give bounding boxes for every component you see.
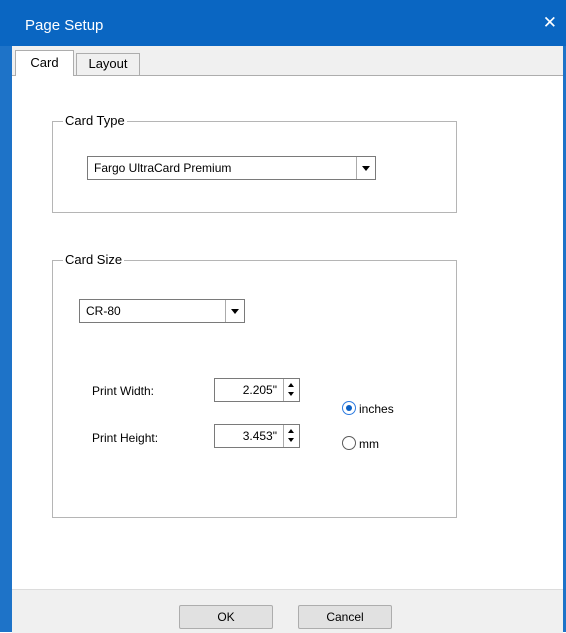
print-width-value: 2.205" <box>242 383 277 397</box>
print-height-value: 3.453" <box>242 429 277 443</box>
tab-strip: Card Layout <box>12 46 563 76</box>
card-type-legend: Card Type <box>63 113 127 128</box>
close-icon[interactable]: ✕ <box>543 14 557 31</box>
print-width-spinner[interactable] <box>283 379 299 401</box>
spin-up-icon[interactable] <box>288 383 294 387</box>
window-left-border <box>0 46 12 632</box>
window-title: Page Setup <box>25 17 104 34</box>
mm-radio[interactable] <box>342 436 356 450</box>
card-type-group: Card Type Fargo UltraCard Premium <box>52 113 457 213</box>
ok-button[interactable]: OK <box>179 605 273 629</box>
print-height-field[interactable]: 3.453" <box>214 424 300 448</box>
spin-down-icon[interactable] <box>288 438 294 442</box>
card-type-dropdown[interactable]: Fargo UltraCard Premium <box>87 156 376 180</box>
print-width-field[interactable]: 2.205" <box>214 378 300 402</box>
spin-down-icon[interactable] <box>288 392 294 396</box>
print-height-label: Print Height: <box>92 431 159 445</box>
card-size-value: CR-80 <box>86 304 121 318</box>
tab-card[interactable]: Card <box>15 50 74 76</box>
tab-layout[interactable]: Layout <box>76 53 140 75</box>
card-size-dropdown-button[interactable] <box>225 300 244 322</box>
print-width-label: Print Width: <box>92 384 155 398</box>
card-size-dropdown[interactable]: CR-80 <box>79 299 245 323</box>
dialog-body: Card Layout Card Type Fargo UltraCard Pr… <box>12 46 563 633</box>
cancel-button[interactable]: Cancel <box>298 605 392 629</box>
title-bar[interactable]: Page Setup ✕ <box>0 0 566 46</box>
dialog-footer: OK Cancel <box>12 589 563 633</box>
chevron-down-icon <box>231 309 239 314</box>
spin-up-icon[interactable] <box>288 429 294 433</box>
inches-label[interactable]: inches <box>359 402 394 416</box>
chevron-down-icon <box>362 166 370 171</box>
card-type-dropdown-button[interactable] <box>356 157 375 179</box>
mm-label[interactable]: mm <box>359 437 379 451</box>
card-size-legend: Card Size <box>63 252 125 267</box>
inches-radio[interactable] <box>342 401 356 415</box>
radio-selected-dot <box>346 405 352 411</box>
card-size-group: Card Size CR-80 Print Width: 2.205" Prin… <box>52 252 457 518</box>
card-type-value: Fargo UltraCard Premium <box>94 161 232 175</box>
print-height-spinner[interactable] <box>283 425 299 447</box>
